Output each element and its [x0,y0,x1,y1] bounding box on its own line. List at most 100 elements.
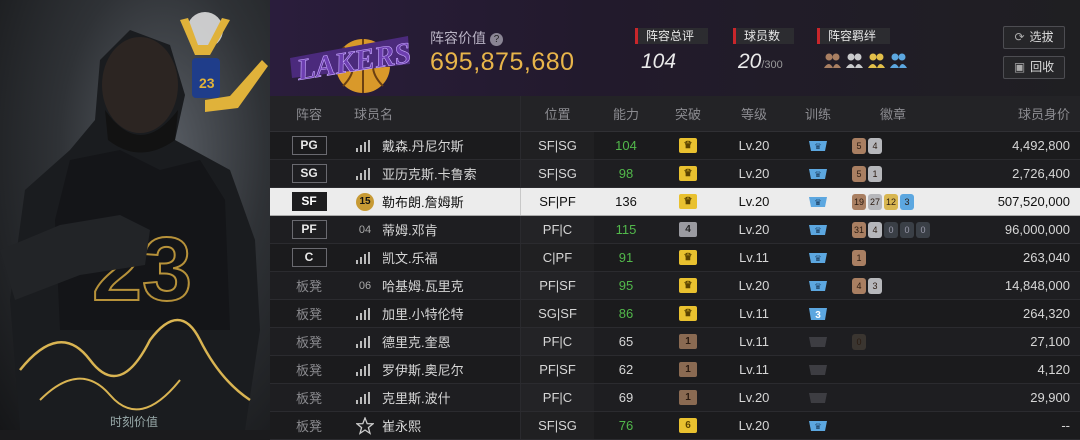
badges-cell[interactable]: 31 4 0 0 0 [846,221,940,238]
table-row[interactable]: C 凯文.乐福 C|PF 91 ♛ Lv.11 ♛ 1 263,040 [270,244,1080,272]
badge-icon[interactable]: 4 [852,277,866,294]
badge-icon[interactable]: 1 [852,249,866,266]
player-name-cell[interactable]: 亚历克斯.卡鲁索 [348,164,520,183]
training-cell[interactable] [790,335,846,349]
table-row[interactable]: 板凳 罗伊斯.奥尼尔 PF|SF 62 1 Lv.11 4,120 [270,356,1080,384]
badges-cell[interactable]: 19 27 12 3 [846,193,940,210]
col-player-worth[interactable]: 球员身价 [940,104,1080,123]
badge-icon[interactable]: 27 [868,193,882,210]
badge-icon[interactable]: 3 [868,277,882,294]
player-name-cell[interactable]: 15 勒布朗.詹姆斯 [348,192,520,211]
training-cell[interactable] [790,363,846,377]
table-row[interactable]: 板凳 崔永熙 SF|SG 76 6 Lv.20 ♛ -- [270,412,1080,440]
training-cell[interactable]: ♛ [790,251,846,265]
breakthrough-cell[interactable]: 4 [658,222,718,237]
lineup-slot[interactable]: SG [270,164,348,183]
table-row[interactable]: 板凳 加里.小特伦特 SG|SF 86 ♛ Lv.11 3 264,320 [270,300,1080,328]
lineup-slot[interactable]: PF [270,220,348,239]
badges-cell[interactable]: 54 [846,137,940,154]
table-row[interactable]: 板凳 克里斯.波什 PF|C 69 1 Lv.20 29,900 [270,384,1080,412]
lineup-slot[interactable]: 板凳 [270,332,348,351]
badge-icon[interactable]: 31 [852,221,866,238]
training-cell[interactable]: ♛ [790,139,846,153]
training-cell[interactable]: ♛ [790,279,846,293]
table-row[interactable]: 板凳 06 哈基姆.瓦里克 PF|SF 95 ♛ Lv.20 ♛ 43 14,84… [270,272,1080,300]
badges-cell[interactable]: 43 [846,277,940,294]
training-icon[interactable]: ♛ [808,167,828,181]
training-icon[interactable] [808,391,828,405]
lineup-slot[interactable]: 板凳 [270,276,348,295]
training-icon[interactable]: ♛ [808,251,828,265]
breakthrough-cell[interactable]: ♛ [658,278,718,293]
badge-icon[interactable]: 3 [900,193,914,210]
player-name-cell[interactable]: 克里斯.波什 [348,388,520,407]
training-cell[interactable]: ♛ [790,167,846,181]
breakthrough-cell[interactable]: ♛ [658,166,718,181]
breakthrough-cell[interactable]: ♛ [658,250,718,265]
col-training[interactable]: 训练 [790,104,846,123]
lineup-slot[interactable]: PG [270,136,348,155]
breakthrough-cell[interactable]: 1 [658,362,718,377]
lineup-slot[interactable]: C [270,248,348,267]
training-icon[interactable] [808,335,828,349]
bond-bronze-icon[interactable] [823,52,842,69]
badge-icon[interactable]: 12 [884,193,898,210]
col-lineup[interactable]: 阵容 [270,104,348,123]
table-row[interactable]: PF 04 蒂姆.邓肯 PF|C 115 4 Lv.20 ♛ 31 4 0 0 0 96,… [270,216,1080,244]
training-icon[interactable]: ♛ [808,139,828,153]
player-name-cell[interactable]: 凯文.乐福 [348,248,520,267]
training-cell[interactable]: ♛ [790,195,846,209]
badge-icon[interactable]: 1 [868,165,882,182]
badge-icon[interactable]: 0 [900,221,914,238]
bond-icons[interactable] [823,52,908,69]
breakthrough-cell[interactable]: ♛ [658,138,718,153]
col-player-name[interactable]: 球员名 [348,104,520,123]
lineup-slot[interactable]: 板凳 [270,304,348,323]
breakthrough-cell[interactable]: ♛ [658,194,718,209]
lineup-slot[interactable]: 板凳 [270,416,348,435]
badge-icon[interactable]: 4 [868,221,882,238]
player-name-cell[interactable]: 04 蒂姆.邓肯 [348,220,520,239]
lineup-slot[interactable]: SF [270,192,348,211]
col-ability[interactable]: 能力 [594,104,658,123]
training-icon[interactable]: ♛ [808,195,828,209]
training-cell[interactable] [790,391,846,405]
table-row[interactable]: SG 亚历克斯.卡鲁索 SF|SG 98 ♛ Lv.20 ♛ 51 2,726,… [270,160,1080,188]
badge-icon[interactable]: 5 [852,137,866,154]
badge-icon[interactable]: 0 [884,221,898,238]
training-icon[interactable]: ♛ [808,279,828,293]
lineup-slot[interactable]: 板凳 [270,388,348,407]
training-cell[interactable]: 3 [790,307,846,321]
badges-cell[interactable]: 1 [846,249,940,266]
player-name-cell[interactable]: 加里.小特伦特 [348,304,520,323]
lineup-slot[interactable]: 板凳 [270,360,348,379]
help-icon[interactable]: ? [490,33,503,46]
table-row[interactable]: SF 15 勒布朗.詹姆斯 SF|PF 136 ♛ Lv.20 ♛ 19 27 12 3… [270,188,1080,216]
col-level[interactable]: 等级 [718,104,790,123]
badge-icon[interactable]: 0 [852,333,866,350]
training-cell[interactable]: ♛ [790,223,846,237]
col-breakthrough[interactable]: 突破 [658,104,718,123]
bond-gold-icon[interactable] [867,52,886,69]
training-icon[interactable] [808,363,828,377]
player-name-cell[interactable]: 崔永熙 [348,416,520,435]
badge-icon[interactable]: 0 [916,221,930,238]
select-button[interactable]: ⟳ 选拔 [1003,26,1065,49]
table-row[interactable]: 板凳 德里克.奎恩 PF|C 65 1 Lv.11 0 27,100 [270,328,1080,356]
col-badges[interactable]: 徽章 [846,104,940,123]
badge-icon[interactable]: 19 [852,193,866,210]
table-row[interactable]: PG 戴森.丹尼尔斯 SF|SG 104 ♛ Lv.20 ♛ 54 4,492,… [270,132,1080,160]
badges-cell[interactable]: 0 [846,333,940,350]
training-icon[interactable]: ♛ [808,419,828,433]
player-name-cell[interactable]: 戴森.丹尼尔斯 [348,136,520,155]
training-cell[interactable]: ♛ [790,419,846,433]
training-icon[interactable]: 3 [808,307,828,321]
badge-icon[interactable]: 4 [868,137,882,154]
bond-blue-icon[interactable] [889,52,908,69]
breakthrough-cell[interactable]: 1 [658,390,718,405]
training-icon[interactable]: ♛ [808,223,828,237]
badge-icon[interactable]: 5 [852,165,866,182]
badges-cell[interactable]: 51 [846,165,940,182]
bond-silver-icon[interactable] [845,52,864,69]
recycle-button[interactable]: ▣ 回收 [1003,56,1065,79]
